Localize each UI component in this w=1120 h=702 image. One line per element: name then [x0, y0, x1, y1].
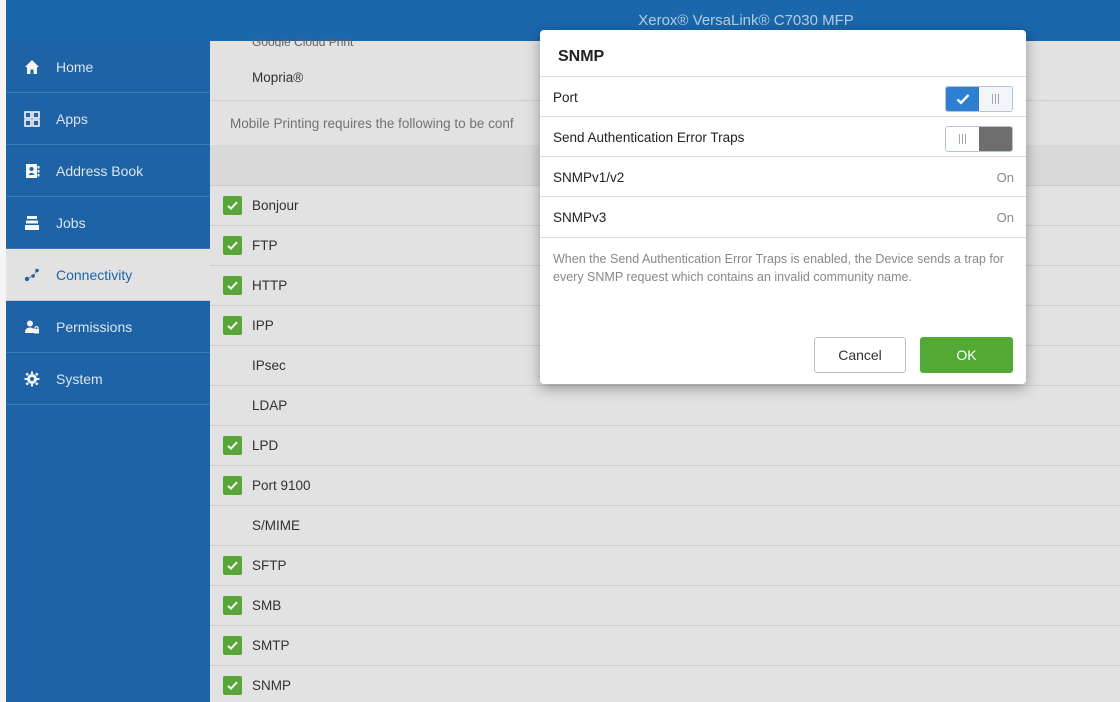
- dialog-row-snmpv3[interactable]: SNMPv3 On: [540, 196, 1026, 238]
- list-item-sftp[interactable]: SFTP: [210, 546, 1120, 586]
- list-item-smime[interactable]: S/MIME: [210, 506, 1120, 546]
- list-item-label: IPsec: [252, 358, 286, 373]
- check-icon: [946, 87, 979, 111]
- ok-button[interactable]: OK: [920, 337, 1013, 373]
- list-item-ldap[interactable]: LDAP: [210, 386, 1120, 426]
- dialog-row-label: Port: [553, 89, 578, 105]
- list-item-snmp[interactable]: SNMP: [210, 666, 1120, 702]
- sidebar-item-permissions[interactable]: Permissions: [6, 301, 210, 353]
- checkbox-checked-icon: [223, 196, 242, 215]
- list-item-smb[interactable]: SMB: [210, 586, 1120, 626]
- sidebar-item-address-book[interactable]: Address Book: [6, 145, 210, 197]
- checkbox-checked-icon: [223, 436, 242, 455]
- gear-icon: [24, 371, 40, 387]
- list-item-port-9100[interactable]: Port 9100: [210, 466, 1120, 506]
- dialog-title: SNMP: [558, 48, 605, 65]
- apps-grid-icon: [24, 110, 40, 127]
- dialog-row-label: SNMPv1/v2: [553, 169, 625, 185]
- cancel-button[interactable]: Cancel: [814, 337, 906, 373]
- list-item-label: IPP: [252, 318, 274, 333]
- list-item-label: Port 9100: [252, 478, 311, 493]
- dialog-row-snmpv1-v2[interactable]: SNMPv1/v2 On: [540, 156, 1026, 197]
- sidebar-item-label: Apps: [56, 110, 88, 127]
- dialog-row-label: SNMPv3: [553, 209, 607, 225]
- list-item-label: SFTP: [252, 558, 287, 573]
- toggle-grip-icon: [946, 127, 979, 151]
- list-item-label: Bonjour: [252, 198, 299, 213]
- checkbox-checked-icon: [223, 236, 242, 255]
- list-item-lpd[interactable]: LPD: [210, 426, 1120, 466]
- sidebar-item-label: Jobs: [56, 214, 86, 231]
- dialog-row-auth-traps: Send Authentication Error Traps: [540, 116, 1026, 157]
- sidebar-item-label: Permissions: [56, 318, 133, 335]
- sidebar-item-home[interactable]: Home: [6, 41, 210, 93]
- jobs-icon: [24, 215, 40, 231]
- sidebar-item-apps[interactable]: Apps: [6, 93, 210, 145]
- toggle-grip-icon: [979, 87, 1012, 111]
- checkbox-checked-icon: [223, 676, 242, 695]
- sidebar-item-label: Address Book: [56, 162, 144, 179]
- sidebar-item-label: System: [56, 370, 103, 387]
- permissions-icon: [24, 319, 40, 335]
- list-item-label: SNMP: [252, 678, 292, 693]
- sidebar-item-system[interactable]: System: [6, 353, 210, 405]
- list-item-label: LDAP: [252, 398, 288, 413]
- dialog-description: When the Send Authentication Error Traps…: [553, 252, 1004, 284]
- list-item-label: S/MIME: [252, 518, 301, 533]
- auth-traps-toggle[interactable]: [945, 126, 1013, 152]
- checkbox-checked-icon: [223, 476, 242, 495]
- list-item-label: SMTP: [252, 638, 290, 653]
- list-item-label: SMB: [252, 598, 282, 613]
- snmp-dialog: SNMP Port Send Authentication Error Trap…: [540, 30, 1026, 384]
- list-item-label: FTP: [252, 238, 278, 253]
- list-item-smtp[interactable]: SMTP: [210, 626, 1120, 666]
- list-item-label: Mopria®: [252, 70, 304, 85]
- dialog-row-port: Port: [540, 76, 1026, 117]
- sidebar-item-connectivity[interactable]: Connectivity: [6, 249, 210, 301]
- sidebar: Home Apps Address Book Jobs Connectivity: [6, 41, 210, 702]
- toggle-track: [979, 127, 1012, 151]
- checkbox-checked-icon: [223, 276, 242, 295]
- dialog-row-label: Send Authentication Error Traps: [553, 129, 745, 145]
- checkbox-checked-icon: [223, 596, 242, 615]
- address-book-icon: [24, 163, 40, 179]
- dialog-row-value: On: [996, 169, 1014, 185]
- checkbox-checked-icon: [223, 636, 242, 655]
- checkbox-checked-icon: [223, 556, 242, 575]
- connectivity-icon: [24, 267, 40, 283]
- sidebar-item-label: Home: [56, 58, 94, 75]
- checkbox-checked-icon: [223, 316, 242, 335]
- port-toggle[interactable]: [945, 86, 1013, 112]
- sidebar-item-jobs[interactable]: Jobs: [6, 197, 210, 249]
- home-icon: [24, 59, 40, 75]
- sidebar-item-label: Connectivity: [56, 266, 133, 283]
- list-item-label: HTTP: [252, 278, 288, 293]
- list-item-label: LPD: [252, 438, 279, 453]
- dialog-row-value: On: [996, 209, 1014, 225]
